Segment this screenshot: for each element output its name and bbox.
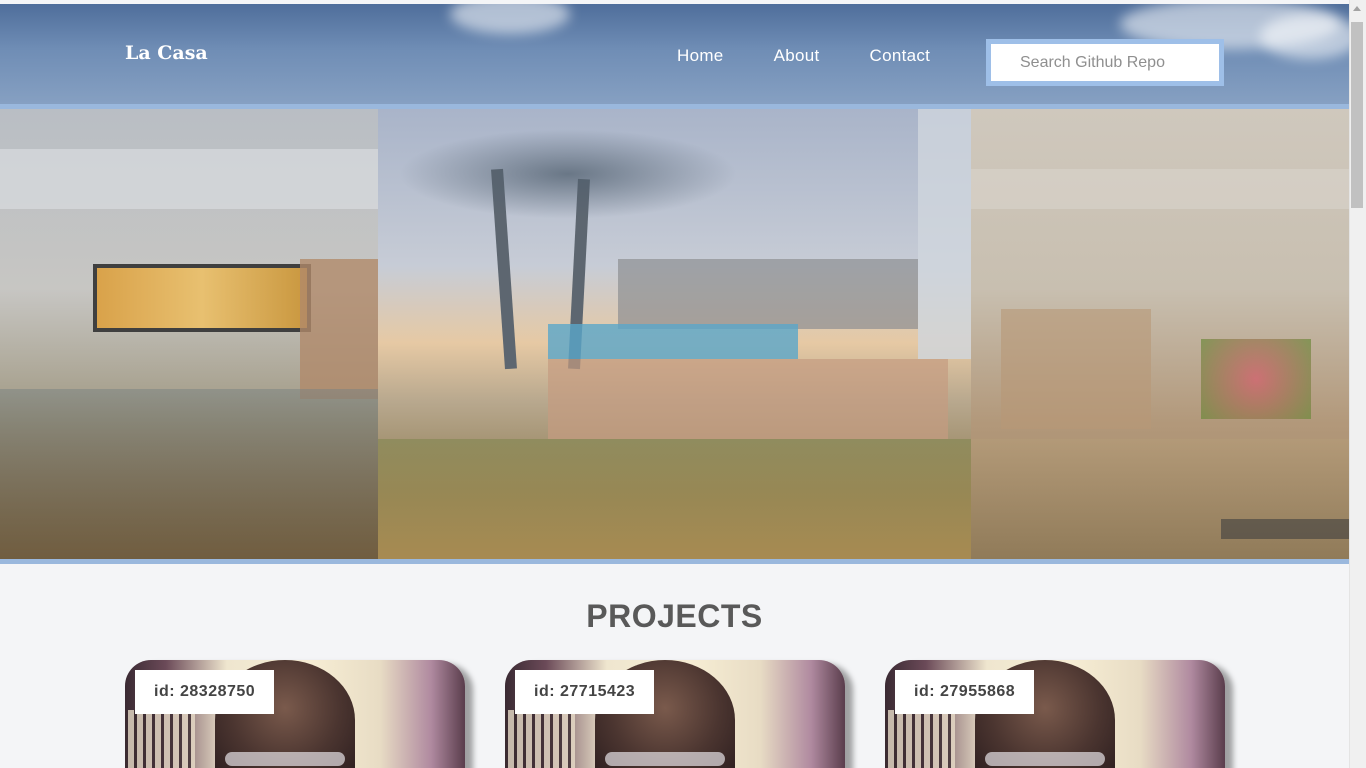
main-nav: Home About Contact bbox=[677, 46, 980, 66]
nav-home[interactable]: Home bbox=[677, 46, 724, 66]
page: La Casa Home About Contact Search Github… bbox=[0, 0, 1349, 768]
hero-divider bbox=[0, 559, 1349, 564]
cloud-decoration bbox=[450, 4, 570, 34]
scroll-up-arrow-icon[interactable] bbox=[1353, 6, 1361, 11]
hero-banner bbox=[0, 109, 1349, 559]
cloud-decoration bbox=[1260, 14, 1349, 59]
nav-contact[interactable]: Contact bbox=[870, 46, 931, 66]
project-card[interactable]: id: 27715423 bbox=[505, 660, 845, 768]
search-box bbox=[986, 39, 1224, 86]
scrollbar-thumb[interactable] bbox=[1351, 22, 1363, 208]
project-id-label: id: 28328750 bbox=[135, 670, 275, 714]
hero-image-interior-right bbox=[971, 109, 1349, 559]
brand-logo-text[interactable]: La Casa bbox=[125, 42, 208, 64]
hero-image-interior-left bbox=[0, 109, 378, 559]
project-card[interactable]: id: 28328750 bbox=[125, 660, 465, 768]
project-card[interactable]: id: 27955868 bbox=[885, 660, 1225, 768]
hero-image-pool-palms bbox=[378, 109, 971, 559]
search-input[interactable] bbox=[991, 44, 1219, 81]
nav-about[interactable]: About bbox=[774, 46, 820, 66]
project-id-label: id: 27955868 bbox=[895, 670, 1035, 714]
project-id-label: id: 27715423 bbox=[515, 670, 655, 714]
projects-heading: PROJECTS bbox=[586, 598, 763, 634]
header: La Casa Home About Contact bbox=[0, 4, 1349, 104]
